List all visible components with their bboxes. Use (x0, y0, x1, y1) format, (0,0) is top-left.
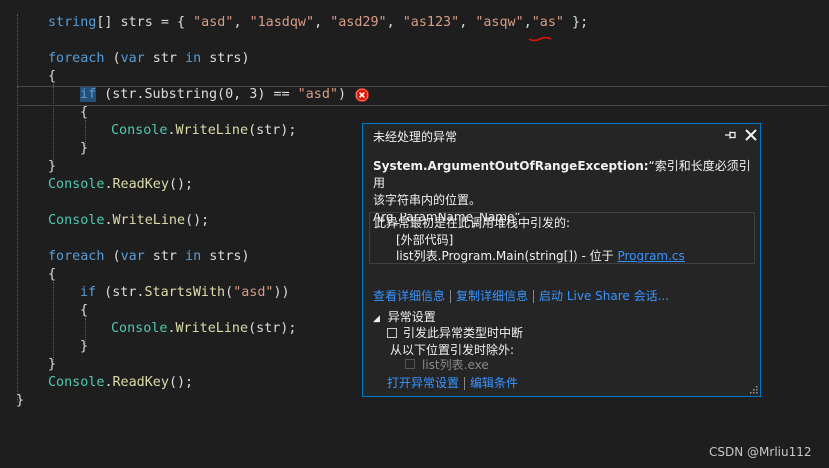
code-line-foreach-2[interactable]: foreach (var str in strs) (48, 248, 250, 266)
stack-header: 此异常最初是在此调用堆栈中引发的: (374, 216, 571, 230)
exception-type: System.ArgumentOutOfRangeException: (373, 159, 649, 173)
popup-action-links: 查看详细信息 复制详细信息 启动 Live Share 会话... (373, 287, 669, 304)
stack-frame-external: [外部代码] (396, 233, 454, 247)
code-line-writeline-str[interactable]: Console.WriteLine(str); (111, 122, 296, 140)
code-line-readkey[interactable]: Console.ReadKey(); (48, 176, 193, 194)
open-exception-settings-link[interactable]: 打开异常设置 (387, 376, 459, 390)
triangle-down-icon: ◢ (373, 314, 380, 324)
divider (464, 377, 466, 390)
code-line-brace[interactable]: { (48, 266, 56, 284)
exception-message-line2: 该字符串内的位置。 (373, 193, 482, 207)
indent-guide (53, 282, 54, 362)
excluded-module-checkbox[interactable] (405, 359, 415, 369)
code-line-readkey[interactable]: Console.ReadKey(); (48, 374, 193, 392)
code-line-brace[interactable]: } (48, 158, 56, 176)
string-as: "as" (531, 15, 564, 30)
code-line-brace[interactable]: { (80, 104, 88, 122)
code-line-if-substring[interactable]: if (str.Substring(0, 3) == "asd") (80, 86, 346, 104)
code-line-brace[interactable]: { (48, 68, 56, 86)
code-line-writeline-empty[interactable]: Console.WriteLine(); (48, 212, 209, 230)
exception-settings-toggle[interactable]: ◢ 异常设置 (373, 308, 436, 325)
stack-frame-main: list列表.Program.Main(string[]) - 位于 Progr… (396, 249, 685, 263)
pin-icon[interactable] (724, 128, 738, 142)
divider (533, 290, 535, 303)
call-stack-box: 此异常最初是在此调用堆栈中引发的: [外部代码] list列表.Program.… (369, 212, 755, 264)
close-icon[interactable] (744, 128, 758, 142)
popup-title: 未经处理的异常 (373, 130, 458, 144)
code-line-array-decl[interactable]: string[] strs = { "asd", "1asdqw", "asd2… (48, 14, 588, 32)
copy-details-link[interactable]: 复制详细信息 (456, 289, 528, 303)
break-when-thrown-checkbox[interactable] (387, 328, 397, 338)
code-line-brace[interactable]: } (80, 140, 88, 158)
code-line-foreach-1[interactable]: foreach (var str in strs) (48, 50, 250, 68)
code-line-writeline-str[interactable]: Console.WriteLine(str); (111, 320, 296, 338)
keyword-string: string (48, 15, 97, 30)
code-line-brace[interactable]: { (80, 302, 88, 320)
watermark: CSDN @Mrliu112 (709, 445, 812, 459)
settings-header: 异常设置 (387, 310, 436, 324)
exception-helper-popup: 未经处理的异常 System.ArgumentOutOfRangeExcepti… (362, 123, 761, 397)
indent-guide (17, 14, 18, 402)
resize-grip-icon[interactable] (748, 384, 758, 394)
settings-links: 打开异常设置 编辑条件 (387, 374, 518, 391)
code-line-brace[interactable]: } (80, 338, 88, 356)
program-cs-link[interactable]: Program.cs (617, 249, 684, 263)
divider (450, 290, 452, 303)
red-underline-annotation (528, 36, 552, 42)
excluded-module-label: list列表.exe (422, 358, 489, 372)
error-icon[interactable] (355, 88, 369, 102)
break-when-thrown-label: 引发此异常类型时中断 (403, 326, 524, 340)
code-line-if-startswith[interactable]: if (str.StartsWith("asd")) (80, 284, 290, 302)
view-details-link[interactable]: 查看详细信息 (373, 289, 445, 303)
code-line-brace[interactable]: } (48, 356, 56, 374)
code-line-brace[interactable]: } (16, 392, 24, 410)
live-share-link[interactable]: 启动 Live Share 会话... (539, 289, 669, 303)
edit-conditions-link[interactable]: 编辑条件 (470, 376, 518, 390)
current-statement-if: if (80, 87, 97, 102)
